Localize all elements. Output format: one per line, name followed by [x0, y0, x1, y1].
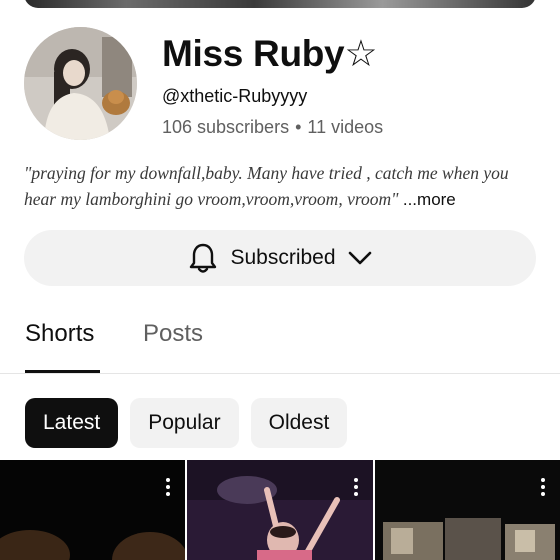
channel-name: Miss Ruby☆: [162, 33, 378, 74]
more-vert-icon[interactable]: [165, 478, 171, 498]
channel-tabs: Shorts Posts: [0, 300, 560, 374]
subscribed-label: Subscribed: [230, 246, 336, 269]
shorts-grid: [0, 460, 560, 560]
short-image: [0, 460, 186, 560]
short-thumbnail[interactable]: [0, 460, 186, 560]
video-count: 11 videos: [307, 117, 384, 137]
short-image: [374, 460, 560, 560]
more-vert-icon[interactable]: [540, 478, 546, 498]
stats-separator: •: [295, 117, 302, 137]
more-link[interactable]: ...more: [403, 190, 456, 209]
tab-shorts[interactable]: Shorts: [25, 320, 94, 348]
bell-icon: [190, 243, 217, 273]
subscribed-button[interactable]: Subscribed: [24, 230, 536, 286]
subscriber-count: 106 subscribers: [162, 117, 290, 137]
channel-handle: @xthetic-Rubyyyy: [162, 86, 308, 106]
short-image: [187, 460, 373, 560]
channel-banner[interactable]: [24, 0, 536, 8]
chevron-down-icon: [348, 251, 371, 265]
short-thumbnail[interactable]: [187, 460, 373, 560]
channel-stats: 106 subscribers • 11 videos: [162, 117, 383, 138]
chip-latest[interactable]: Latest: [25, 398, 119, 448]
channel-avatar[interactable]: [24, 27, 137, 140]
channel-description[interactable]: "praying for my downfall,baby. Many have…: [24, 160, 539, 213]
more-vert-icon[interactable]: [353, 478, 359, 498]
sort-chips: Latest Popular Oldest: [25, 398, 348, 448]
avatar-image: [24, 27, 137, 140]
short-thumbnail[interactable]: [374, 460, 560, 560]
chip-popular[interactable]: Popular: [130, 398, 239, 448]
chip-oldest[interactable]: Oldest: [250, 398, 348, 448]
active-tab-indicator: [25, 370, 100, 373]
tab-posts[interactable]: Posts: [143, 320, 203, 348]
